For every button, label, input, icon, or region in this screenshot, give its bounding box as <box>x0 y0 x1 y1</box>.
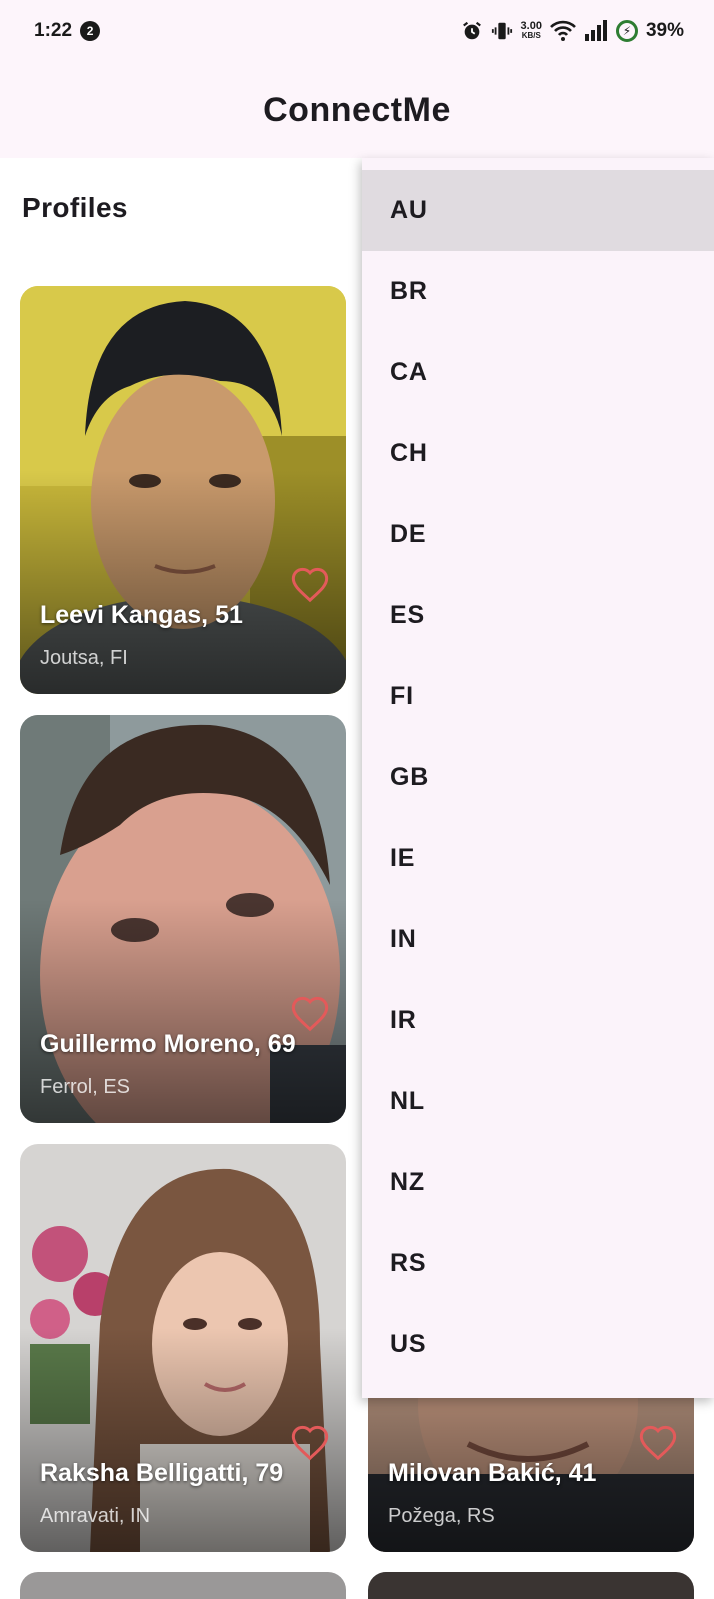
country-option-nl[interactable]: NL <box>362 1061 714 1142</box>
profile-location: Ferrol, ES <box>40 1076 131 1098</box>
page-title: Profiles <box>22 192 128 223</box>
profile-card[interactable]: Raksha Belligatti, 79 Amravati, IN <box>20 1144 346 1552</box>
status-left: 1:22 2 <box>34 20 101 42</box>
country-option-fi[interactable]: FI <box>362 656 714 737</box>
heart-outline-icon[interactable] <box>290 995 330 1035</box>
status-bar: 1:22 2 3.00 KB/S 39% <box>0 0 714 62</box>
country-dropdown-menu[interactable]: AU BR CA CH DE ES FI GB IE IN IR NL NZ R… <box>362 158 714 1398</box>
app-bar: ConnectMe <box>0 62 714 158</box>
network-speed-value: 3.00 <box>520 20 542 32</box>
signal-icon <box>584 20 607 41</box>
status-time: 1:22 <box>34 20 73 41</box>
country-option-es[interactable]: ES <box>362 575 714 656</box>
country-option-au[interactable]: AU <box>362 170 714 251</box>
app-title: ConnectMe <box>263 90 451 129</box>
profile-card[interactable] <box>20 1572 346 1599</box>
network-speed: 3.00 KB/S <box>521 21 542 41</box>
country-option-ie[interactable]: IE <box>362 818 714 899</box>
profile-location: Joutsa, FI <box>40 647 128 669</box>
alarm-icon <box>462 21 481 40</box>
country-option-nz[interactable]: NZ <box>362 1142 714 1223</box>
profile-name: Guillermo Moreno, 69 <box>40 1030 296 1058</box>
profile-location: Požega, RS <box>388 1505 495 1527</box>
notification-count-badge: 2 <box>80 21 101 41</box>
heart-outline-icon[interactable] <box>290 1424 330 1464</box>
profile-card[interactable]: Guillermo Moreno, 69 Ferrol, ES <box>20 715 346 1123</box>
country-option-de[interactable]: DE <box>362 494 714 575</box>
vibrate-icon <box>491 22 512 40</box>
country-option-in[interactable]: IN <box>362 899 714 980</box>
country-option-br[interactable]: BR <box>362 251 714 332</box>
status-right: 3.00 KB/S 39% <box>461 20 684 42</box>
heart-outline-icon[interactable] <box>638 1424 678 1464</box>
country-option-ca[interactable]: CA <box>362 332 714 413</box>
profile-card[interactable] <box>368 1572 694 1599</box>
network-speed-unit: KB/S <box>521 31 541 40</box>
country-option-us[interactable]: US <box>362 1304 714 1385</box>
country-option-ch[interactable]: CH <box>362 413 714 494</box>
country-option-ir[interactable]: IR <box>362 980 714 1061</box>
profile-card[interactable]: Leevi Kangas, 51 Joutsa, FI <box>20 286 346 694</box>
battery-percent: 39% <box>645 20 684 41</box>
wifi-icon <box>550 20 576 41</box>
country-option-gb[interactable]: GB <box>362 737 714 818</box>
profile-name: Milovan Bakić, 41 <box>388 1459 597 1487</box>
profile-name: Raksha Belligatti, 79 <box>40 1459 284 1487</box>
heart-outline-icon[interactable] <box>290 566 330 606</box>
battery-charging-icon <box>615 20 638 42</box>
profile-location: Amravati, IN <box>40 1505 151 1527</box>
country-option-rs[interactable]: RS <box>362 1223 714 1304</box>
profile-name: Leevi Kangas, 51 <box>40 601 243 629</box>
